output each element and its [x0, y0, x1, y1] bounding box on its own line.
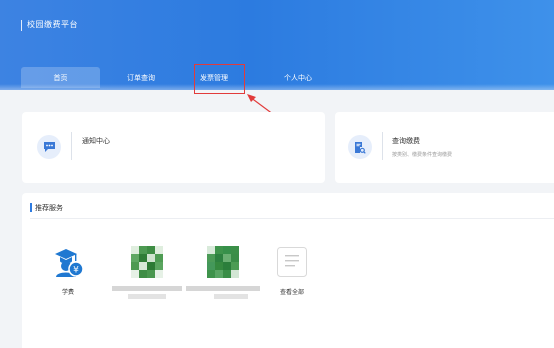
- top-header: 校园缴费平台 首页 订单查询 发票管理 个人中心: [0, 0, 554, 90]
- query-payment-title: 查询缴费: [392, 138, 420, 145]
- notice-center-title: 通知中心: [82, 138, 110, 145]
- blurred-label: [186, 286, 260, 300]
- message-icon: [37, 135, 61, 159]
- document-search-icon: [348, 135, 372, 159]
- service-tuition-label: 学费: [61, 290, 74, 296]
- service-view-all[interactable]: 查看全部: [262, 246, 322, 296]
- service-blurred-1[interactable]: [112, 246, 182, 300]
- tuition-icon: ¥: [52, 246, 84, 278]
- tab-invoice-management[interactable]: 发票管理: [184, 67, 244, 88]
- section-accent-bar: [30, 203, 32, 212]
- card-divider: [382, 132, 383, 160]
- card-divider: [71, 132, 72, 160]
- section-divider: [30, 218, 554, 219]
- blurred-label: [112, 286, 182, 300]
- brand-divider: [21, 20, 22, 31]
- service-tuition[interactable]: ¥ 学费: [38, 246, 98, 296]
- svg-text:¥: ¥: [73, 266, 79, 276]
- blurred-icon: [131, 246, 163, 278]
- tab-personal-center[interactable]: 个人中心: [267, 67, 329, 88]
- recommended-services-panel: 推荐服务 ¥ 学费 查看全部: [22, 193, 554, 348]
- service-view-all-label: 查看全部: [279, 290, 304, 296]
- query-payment-card[interactable]: 查询缴费 按类别、缴费条件查询缴费: [335, 112, 554, 183]
- service-blurred-2[interactable]: [186, 246, 260, 300]
- blurred-icon: [207, 246, 239, 278]
- query-payment-subtitle: 按类别、缴费条件查询缴费: [392, 152, 453, 158]
- brand-title: 校园缴费平台: [27, 20, 78, 29]
- notice-center-card[interactable]: 通知中心: [22, 112, 325, 183]
- recommended-services-title: 推荐服务: [35, 205, 63, 212]
- tab-order-query[interactable]: 订单查询: [112, 67, 170, 88]
- tab-home[interactable]: 首页: [21, 67, 100, 88]
- view-all-icon: [276, 246, 308, 278]
